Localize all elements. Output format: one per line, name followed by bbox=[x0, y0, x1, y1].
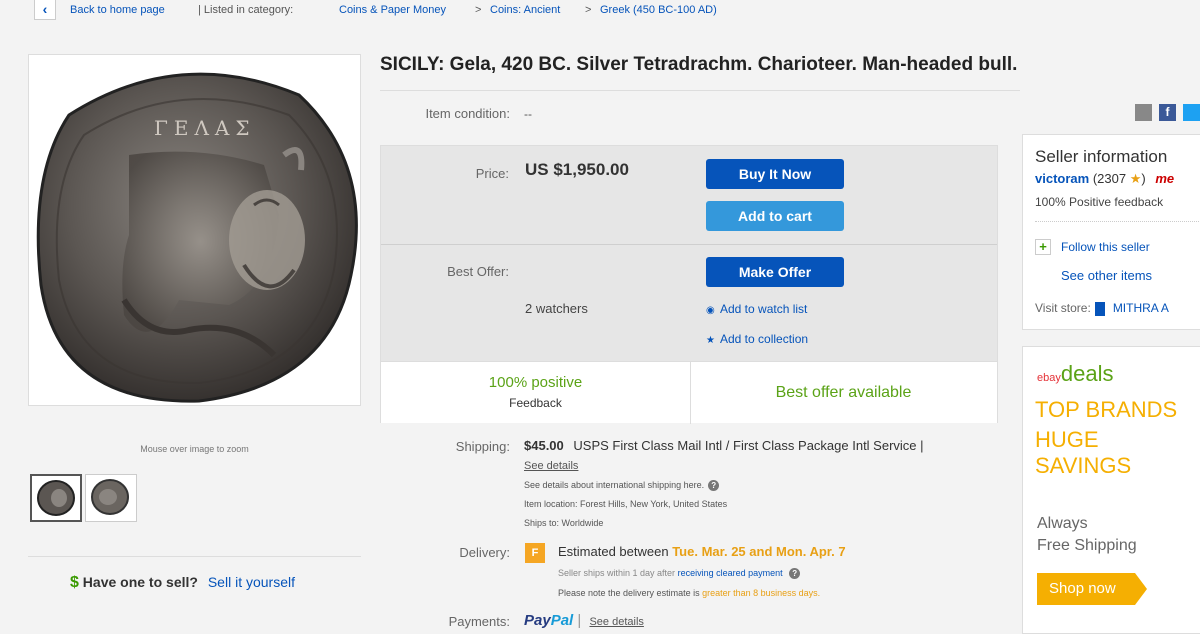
left-divider bbox=[28, 556, 361, 557]
seller-info-heading: Seller information bbox=[1035, 147, 1168, 166]
back-button[interactable]: ‹ bbox=[34, 0, 56, 20]
coin-inscription: ΓΕΛΑΣ bbox=[154, 116, 256, 140]
buy-it-now-button[interactable]: Buy It Now bbox=[706, 159, 844, 189]
title-divider bbox=[380, 90, 1020, 91]
positive-feedback: 100% Positive feedback bbox=[1035, 195, 1164, 209]
listed-in-label: | Listed in category: bbox=[198, 4, 294, 16]
make-offer-button[interactable]: Make Offer bbox=[706, 257, 844, 287]
shipping-value: $45.00 USPS First Class Mail Intl / Firs… bbox=[524, 438, 924, 453]
dollar-sign-icon: $ bbox=[70, 574, 79, 591]
seller-divider bbox=[1035, 221, 1200, 222]
shipping-label: Shipping: bbox=[455, 439, 510, 454]
see-other-items-link[interactable]: See other items bbox=[1061, 268, 1152, 283]
me-badge-icon: me bbox=[1155, 171, 1175, 186]
add-to-cart-button[interactable]: Add to cart bbox=[706, 201, 844, 231]
seller-name-row: victoram (2307 ★) me bbox=[1035, 171, 1175, 186]
breadcrumb-separator: > bbox=[475, 4, 482, 16]
breadcrumb-separator: > bbox=[585, 4, 592, 16]
shipping-cost: $45.00 bbox=[524, 438, 564, 453]
feedback-percent: 100% positive bbox=[488, 374, 583, 391]
ad-line-huge: HUGE bbox=[1035, 427, 1099, 452]
buy-box: Price: US $1,950.00 Buy It Now Add to ca… bbox=[380, 145, 998, 424]
breadcrumb: ‹ Back to home page | Listed in category… bbox=[0, 0, 1200, 22]
thumbnail-reverse[interactable] bbox=[85, 474, 137, 522]
star-icon: ★ bbox=[706, 335, 715, 346]
ad-line-savings: SAVINGS bbox=[1035, 453, 1132, 478]
help-icon[interactable]: ? bbox=[708, 480, 720, 491]
email-icon[interactable] bbox=[1135, 104, 1152, 121]
condition-value: -- bbox=[524, 107, 532, 121]
store-link[interactable]: MITHRA A bbox=[1113, 301, 1169, 315]
ad-line-always: Always bbox=[1037, 515, 1088, 532]
breadcrumb-item-coins-ancient[interactable]: Coins: Ancient bbox=[490, 4, 560, 16]
delivery-label: Delivery: bbox=[459, 545, 510, 560]
store-icon bbox=[1094, 301, 1105, 316]
seller-score[interactable]: (2307 bbox=[1093, 171, 1126, 186]
delivery-badge-icon: F bbox=[525, 543, 545, 563]
delivery-estimate: Estimated between Tue. Mar. 25 and Mon. … bbox=[558, 544, 846, 559]
delivery-dates: Tue. Mar. 25 and Mon. Apr. 7 bbox=[672, 544, 846, 559]
best-offer-available: Best offer available bbox=[775, 384, 912, 401]
item-location: Item location: Forest Hills, New York, U… bbox=[524, 499, 728, 509]
eye-icon: ◉ bbox=[706, 305, 715, 316]
add-to-watch-list-link[interactable]: ◉ Add to watch list bbox=[706, 302, 807, 316]
ebay-deals-logo: ebaydeals bbox=[1037, 361, 1114, 386]
seller-name-link[interactable]: victoram bbox=[1035, 171, 1089, 186]
payments-see-details-link[interactable]: See details bbox=[589, 616, 643, 628]
twitter-icon[interactable] bbox=[1183, 104, 1200, 121]
star-icon: ★ bbox=[1129, 171, 1142, 186]
visit-store: Visit store: MITHRA A bbox=[1035, 301, 1169, 316]
payments-label: Payments: bbox=[448, 614, 510, 629]
silver-tetradrachm-coin-image: ΓΕΛΑΣ bbox=[36, 72, 358, 403]
ad-line-free-shipping: Free Shipping bbox=[1037, 537, 1137, 554]
section-divider bbox=[381, 244, 997, 245]
watchers-count: 2 watchers bbox=[525, 301, 588, 316]
intl-shipping-details[interactable]: See details about international shipping… bbox=[524, 480, 720, 491]
sell-promo: $ Have one to sell? Sell it yourself bbox=[70, 574, 295, 592]
sell-question: Have one to sell? bbox=[82, 574, 198, 590]
breadcrumb-item-greek[interactable]: Greek (450 BC-100 AD) bbox=[600, 4, 717, 16]
add-to-collection-link[interactable]: ★ Add to collection bbox=[706, 332, 808, 346]
facebook-icon[interactable]: f bbox=[1159, 104, 1176, 121]
breadcrumb-item-coins-paper-money[interactable]: Coins & Paper Money bbox=[339, 4, 446, 16]
shipping-see-details-link[interactable]: See details bbox=[524, 460, 578, 472]
ships-to: Ships to: Worldwide bbox=[524, 518, 604, 528]
paypal-logo: PayPal | See details bbox=[524, 612, 644, 629]
back-to-home-link[interactable]: Back to home page bbox=[70, 4, 165, 16]
delivery-note-highlight: greater than 8 business days. bbox=[702, 588, 821, 598]
feedback-label: Feedback bbox=[509, 396, 562, 410]
price-value: US $1,950.00 bbox=[525, 160, 629, 179]
zoom-hint: Mouse over image to zoom bbox=[140, 444, 249, 454]
cleared-payment-link[interactable]: receiving cleared payment bbox=[678, 568, 783, 578]
item-title: SICILY: Gela, 420 BC. Silver Tetradrachm… bbox=[380, 54, 1018, 75]
ebay-deals-ad[interactable]: ebaydeals TOP BRANDS HUGE SAVINGS Always… bbox=[1022, 346, 1200, 634]
seller-info-box: Seller information victoram (2307 ★) me … bbox=[1022, 134, 1200, 330]
help-icon[interactable]: ? bbox=[789, 568, 801, 579]
coin-obverse-thumbnail bbox=[37, 480, 75, 516]
ad-line-top-brands: TOP BRANDS bbox=[1035, 397, 1178, 422]
shop-now-button[interactable]: Shop now bbox=[1037, 573, 1147, 605]
condition-label: Item condition: bbox=[425, 106, 510, 121]
seller-ships-within: Seller ships within 1 day after receivin… bbox=[558, 568, 801, 579]
price-label: Price: bbox=[475, 166, 509, 181]
chevron-left-icon: ‹ bbox=[42, 1, 48, 17]
main-product-image[interactable]: ΓΕΛΑΣ bbox=[28, 54, 361, 406]
best-offer-label: Best Offer: bbox=[447, 264, 509, 279]
feedback-row: 100% positive Feedback Best offer availa… bbox=[381, 361, 997, 424]
shipping-service: USPS First Class Mail Intl / First Class… bbox=[573, 438, 924, 453]
follow-seller-link[interactable]: Follow this seller bbox=[1061, 240, 1150, 254]
delivery-note: Please note the delivery estimate is gre… bbox=[558, 588, 821, 598]
sell-it-yourself-link[interactable]: Sell it yourself bbox=[208, 574, 295, 590]
coin-reverse-thumbnail bbox=[91, 479, 129, 515]
thumbnail-obverse[interactable] bbox=[30, 474, 82, 522]
plus-icon[interactable]: + bbox=[1035, 239, 1051, 255]
